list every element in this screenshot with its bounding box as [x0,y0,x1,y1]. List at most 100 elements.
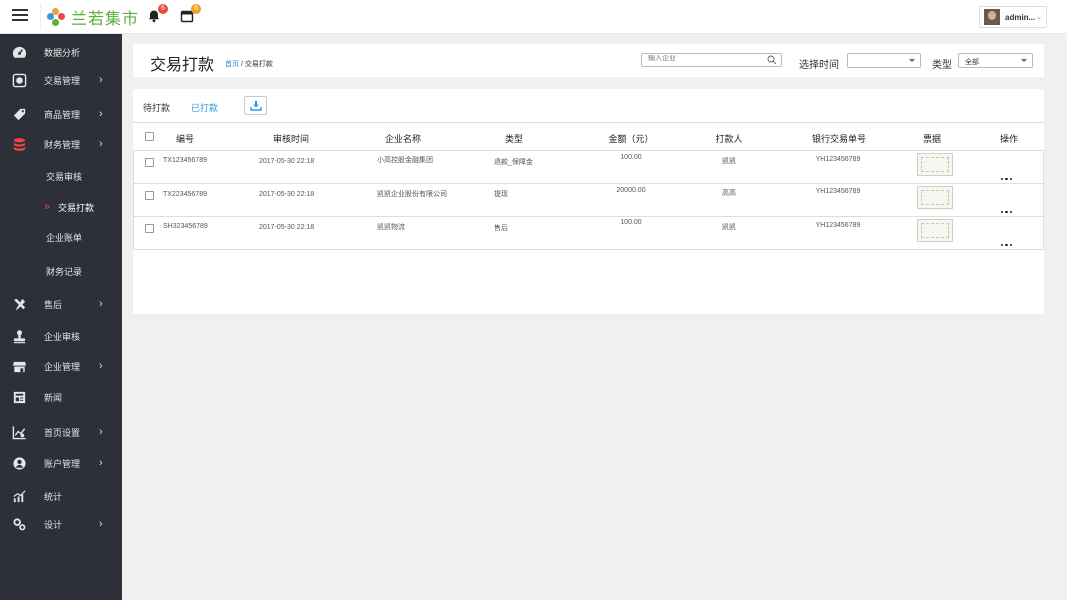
receipt-thumbnail[interactable] [917,186,953,209]
sidebar-item-enterprise-review[interactable]: 企业审核 [0,324,122,348]
column-header-amount: 金额（元） [608,134,654,144]
sidebar-item-label: 售后 [44,299,63,310]
user-menu[interactable]: admin... ⌄ [979,6,1047,28]
cell-id: TX123456789 [163,157,207,164]
export-button[interactable] [244,96,267,115]
sidebar-item-label: 交易管理 [44,75,81,86]
more-actions-icon[interactable] [1001,167,1015,180]
row-checkbox[interactable] [145,158,154,167]
time-filter-select[interactable] [847,53,921,68]
row-checkbox[interactable] [145,224,154,233]
cell-bank-no: YH123456789 [815,222,861,229]
receipt-thumbnail[interactable] [917,219,953,242]
notifications-button[interactable]: 6 [147,4,168,23]
sidebar-item-label: 账户管理 [44,458,81,469]
page-header: 交易打款 首页 / 交易打款 选择时间 类型 全部 [133,44,1044,77]
sidebar-item-label: 首页设置 [44,427,81,438]
sidebar-item-data-analysis[interactable]: 数据分析 [0,40,122,64]
sidebar-item-finance-management[interactable]: 财务管理 › [0,132,122,156]
chevron-right-icon: › [99,360,103,372]
sidebar-subitem-trade-payment[interactable]: » 交易打款 [0,195,122,219]
more-actions-icon[interactable] [1001,200,1015,213]
table-header: 编号 审核时间 企业名称 类型 金额（元） 打款人 银行交易单号 票据 操作 [133,123,1044,151]
cell-id: SH323456789 [163,223,208,230]
page-title: 交易打款 [150,57,215,74]
sidebar-subitem-trade-review[interactable]: 交易审核 [0,164,122,188]
column-header-company: 企业名称 [384,134,422,144]
sidebar-subitem-label: 交易打款 [58,202,95,213]
sidebar-item-news[interactable]: 新闻 [0,385,122,409]
column-header-id: 编号 [175,134,195,144]
sidebar-item-home-settings[interactable]: 首页设置 › [0,420,122,444]
breadcrumb: 首页 / 交易打款 [225,59,273,69]
menu-toggle-icon[interactable] [12,9,28,23]
search-icon[interactable] [767,55,777,65]
chevron-down-icon: ⌄ [1036,14,1042,21]
sidebar-item-label: 设计 [44,519,63,530]
table-row: TX123456789 2017-05-30 22:18 小高控股金融集团 退款… [133,150,1044,184]
receipt-thumbnail[interactable] [917,153,953,176]
sidebar-item-enterprise-management[interactable]: 企业管理 › [0,354,122,378]
payment-table: 编号 审核时间 企业名称 类型 金额（元） 打款人 银行交易单号 票据 操作 T… [133,122,1044,250]
design-icon [13,517,26,530]
time-filter-label: 选择时间 [799,60,839,71]
more-actions-icon[interactable] [1001,233,1015,246]
column-header-review-time: 审核时间 [272,134,310,144]
sidebar-item-design[interactable]: 设计 › [0,512,122,536]
cell-amount: 20000.00 [616,187,646,194]
brand-logo[interactable]: 兰若集市 [40,4,139,30]
tab-pending-payment[interactable]: 待打款 [143,101,170,114]
news-icon [13,391,26,403]
cell-review-time: 2017-05-30 22:18 [259,191,315,198]
row-checkbox[interactable] [145,191,154,200]
stamp-icon [13,329,26,343]
sidebar-item-account-management[interactable]: 账户管理 › [0,451,122,475]
cell-bank-no: YH123456789 [815,156,861,163]
cell-payer: 凯凯 [722,224,736,231]
table-row: SH323456789 2017-05-30 22:18 凯凯物流 售后 100… [133,216,1044,250]
account-icon [13,456,26,470]
type-filter-select[interactable]: 全部 [958,53,1033,68]
notification-count-badge: 6 [158,4,168,14]
select-all-checkbox[interactable] [145,132,154,141]
enterprise-search[interactable] [641,53,782,67]
breadcrumb-home-link[interactable]: 首页 [225,61,239,68]
flower-logo-icon [47,8,65,26]
cell-payer: 高高 [722,190,736,197]
sidebar-item-label: 企业审核 [44,331,81,342]
sidebar-subitem-enterprise-bills[interactable]: 企业账单 [0,225,122,249]
column-header-actions: 操作 [999,134,1019,144]
sidebar-item-label: 数据分析 [44,47,81,58]
cell-type: 退款_保障金 [494,159,533,166]
tag-icon [13,108,26,120]
cell-id: TX223456789 [163,191,207,198]
cell-type: 提现 [494,191,508,198]
breadcrumb-current: 交易打款 [244,61,273,68]
column-header-receipt: 票据 [922,134,942,144]
brand-name: 兰若集市 [71,11,140,28]
enterprise-search-input[interactable] [648,55,758,62]
sidebar-item-statistics[interactable]: 统计 [0,484,122,508]
column-header-type: 类型 [504,134,524,144]
sidebar-item-goods-management[interactable]: 商品管理 › [0,102,122,126]
type-filter-value: 全部 [965,59,979,66]
dashboard-icon [12,46,27,58]
sidebar-item-after-sales[interactable]: 售后 › [0,292,122,316]
cell-bank-no: YH123456789 [815,188,861,195]
type-filter-label: 类型 [932,60,952,71]
sidebar-item-trade-management[interactable]: 交易管理 › [0,68,122,92]
chevron-right-icon: › [99,298,103,310]
sidebar-item-label: 商品管理 [44,109,81,120]
cell-type: 售后 [494,225,508,232]
tab-paid[interactable]: 已打款 [191,101,218,114]
caret-down-icon [1021,59,1027,62]
chevron-right-icon: › [99,138,103,150]
sidebar: 数据分析 交易管理 › 商品管理 › 财务管理 › 交易审核 » 交易打款 企业… [0,34,122,600]
cell-amount: 100.00 [620,219,642,226]
chart-settings-icon [12,425,26,439]
messages-button[interactable]: 6 [180,4,201,23]
cell-company: 小高控股金融集团 [377,157,433,164]
sidebar-item-label: 新闻 [44,392,63,403]
sidebar-subitem-finance-records[interactable]: 财务记录 [0,259,122,283]
cell-review-time: 2017-05-30 22:18 [259,158,315,165]
